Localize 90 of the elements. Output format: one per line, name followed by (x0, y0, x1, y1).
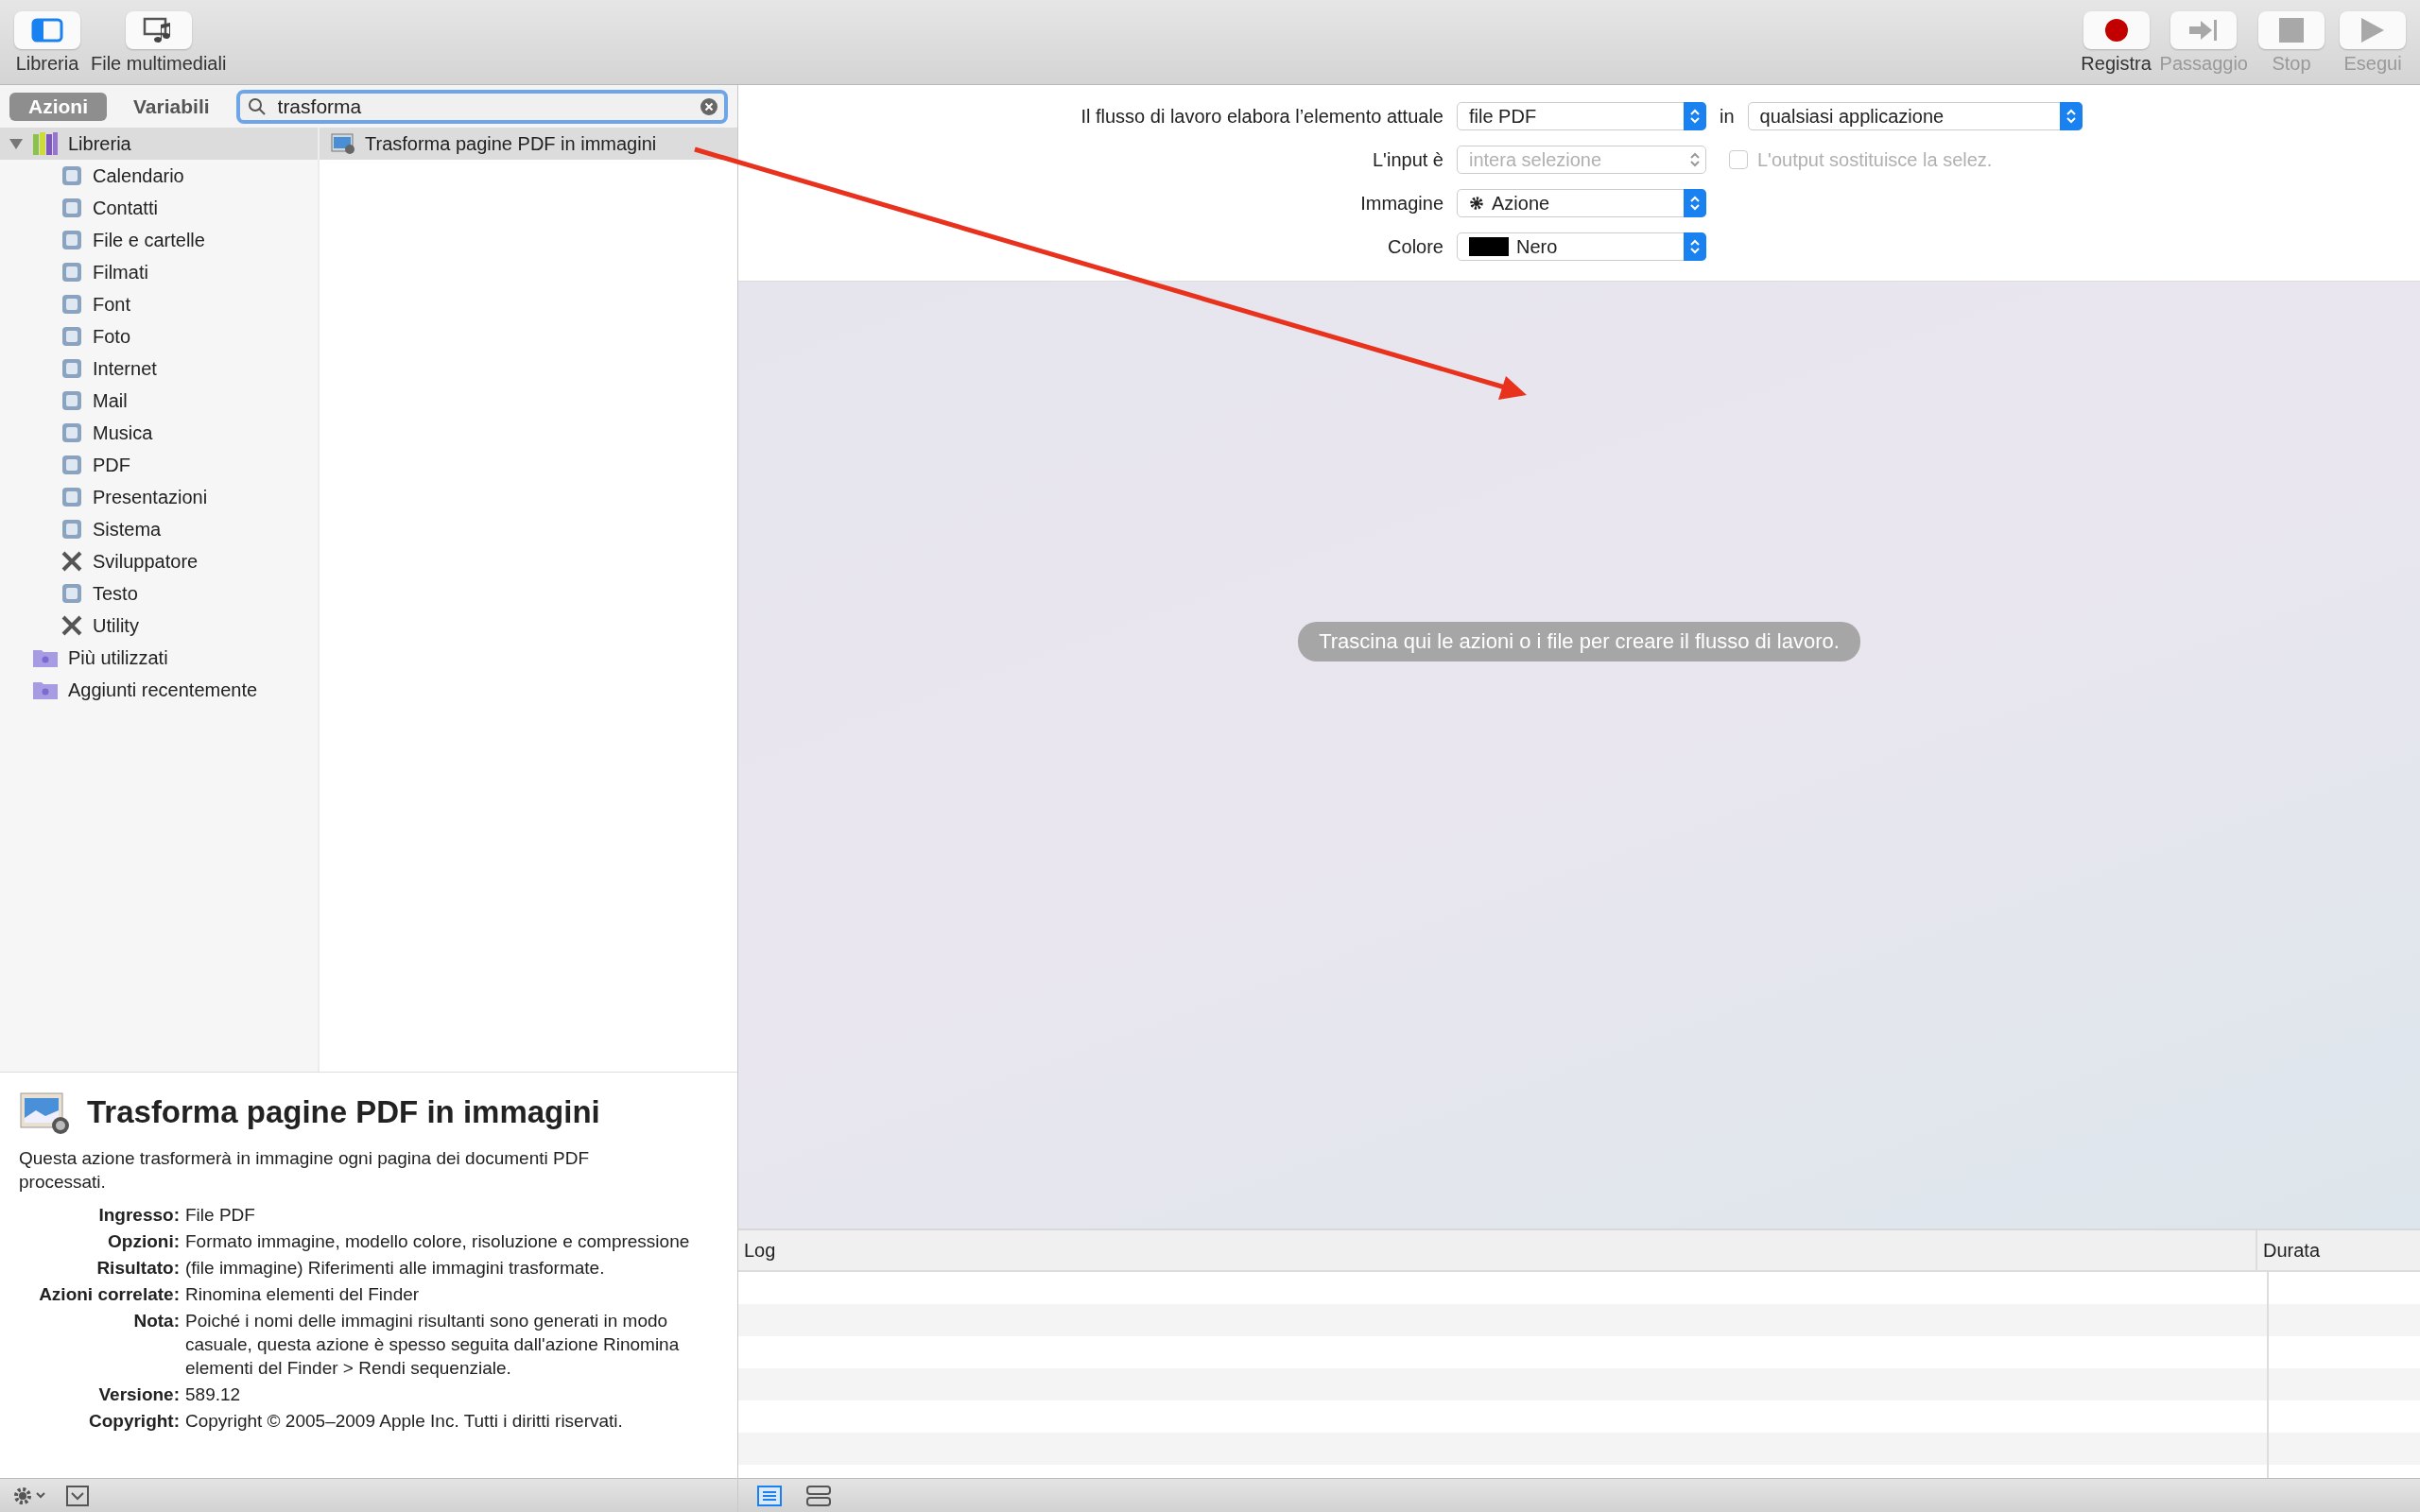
field-value: 589.12 (185, 1383, 242, 1406)
field-label: Copyright: (87, 1410, 180, 1433)
description-toggle-icon[interactable] (66, 1485, 89, 1506)
toolbar-button[interactable]: File multimediali (91, 0, 227, 84)
option-label: L'input è (1372, 148, 1443, 171)
option-label: in (1720, 105, 1735, 128)
popup-button[interactable]: Nero (1457, 232, 1706, 261)
popup-button[interactable]: Azione (1457, 189, 1706, 217)
category-icon (60, 293, 83, 316)
library-item[interactable]: Calendario (0, 160, 318, 192)
clear-icon[interactable] (700, 96, 718, 116)
category-icon (60, 357, 83, 380)
category-icon (60, 454, 83, 476)
library-item[interactable]: Testo (0, 577, 318, 610)
library-item[interactable]: Mail (0, 385, 318, 417)
sidebar-icon (31, 18, 63, 43)
tools-icon (60, 550, 83, 573)
column-header[interactable]: Log (738, 1230, 2257, 1270)
library-item[interactable]: Sistema (0, 513, 318, 545)
split-view-icon[interactable] (806, 1485, 831, 1506)
library-item[interactable]: Sviluppatore (0, 545, 318, 577)
library-item[interactable]: Presentazioni (0, 481, 318, 513)
play-icon (2361, 18, 2384, 43)
category-icon (60, 164, 83, 187)
gear-menu-icon[interactable] (13, 1485, 47, 1506)
category-icon (60, 261, 83, 284)
action-item[interactable]: Trasforma pagine PDF in immagini (320, 128, 737, 160)
picture-icon (19, 1090, 72, 1135)
field-value: (file immagine) Riferimenti alle immagini trasformate. (185, 1257, 606, 1280)
library-item[interactable]: Più utilizzati (0, 642, 318, 674)
search-icon (247, 96, 267, 116)
search-field[interactable]: trasforma (235, 89, 728, 124)
category-icon (60, 582, 83, 605)
drop-hint: Trascina qui le azioni o i file per creare il flusso di lavoro. (1298, 622, 1860, 662)
category-icon (60, 421, 83, 444)
tools-icon (60, 614, 83, 637)
option-label: Immagine (1359, 192, 1443, 215)
toolbar-button[interactable]: Libreria (9, 0, 85, 84)
field-label: Ingresso: (97, 1204, 180, 1227)
chevrons-icon (2065, 108, 2077, 125)
stop-icon (2279, 18, 2304, 43)
category-icon (60, 229, 83, 251)
category-icon (60, 389, 83, 412)
library-item[interactable]: File e cartelle (0, 224, 318, 256)
library-item[interactable]: Filmati (0, 256, 318, 288)
chevrons-icon (1689, 195, 1701, 212)
field-label: Opzioni: (107, 1230, 180, 1253)
library-item[interactable]: Foto (0, 320, 318, 352)
toolbar-button[interactable]: Registra (2078, 0, 2154, 84)
field-value: Copyright © 2005–2009 Apple Inc. Tutti i diritti riservati. (185, 1410, 624, 1433)
library-item[interactable]: Musica (0, 417, 318, 449)
popup-button[interactable]: file PDF (1457, 102, 1706, 130)
record-icon (2102, 17, 2130, 43)
category-icon (60, 486, 83, 508)
field-label: Azioni correlate: (38, 1283, 180, 1306)
library-item[interactable]: PDF (0, 449, 318, 481)
chevrons-icon (1689, 151, 1701, 168)
field-value: Rinomina elementi del Finder (185, 1283, 421, 1306)
column-header[interactable]: Durata (2257, 1230, 2420, 1270)
field-label: Risultato: (95, 1257, 180, 1280)
picture-icon (331, 132, 355, 155)
library-item[interactable]: Libreria (0, 128, 318, 160)
library-item[interactable]: Aggiunti recentemente (0, 674, 318, 706)
list-view-icon[interactable] (757, 1485, 782, 1506)
description-text: Questa azione trasformerà in immagine ogni pagina dei documenti PDF processati. (19, 1147, 591, 1194)
color-swatch (1469, 237, 1509, 256)
field-value: Poiché i nomi delle immagini risultanti sono generati in modo casuale, questa azione è spesso seguita dall'azione Rinomina elementi del Finder > Rendi sequenziale. (185, 1310, 681, 1380)
folder-icon (32, 647, 59, 668)
gear-icon (1469, 196, 1484, 211)
option-label: Il flusso di lavoro elabora l’elemento attuale (1080, 105, 1443, 128)
library-item[interactable]: Font (0, 288, 318, 320)
library-item[interactable]: Utility (0, 610, 318, 642)
category-icon (60, 197, 83, 219)
field-label: Versione: (97, 1383, 180, 1406)
chevrons-icon (1689, 108, 1701, 125)
field-label: Nota: (132, 1310, 180, 1332)
chevrons-icon (1689, 238, 1701, 255)
tab[interactable]: Variabili (114, 92, 229, 121)
description-title: Trasforma pagine PDF in immagini (87, 1094, 600, 1130)
option-label: Colore (1387, 235, 1443, 258)
field-value: Formato immagine, modello colore, risoluzione e compressione (185, 1230, 691, 1253)
books-icon (32, 131, 59, 156)
library-item[interactable]: Contatti (0, 192, 318, 224)
field-value: File PDF (185, 1204, 256, 1227)
library-item[interactable]: Internet (0, 352, 318, 385)
folder-icon (32, 679, 59, 700)
popup-button[interactable]: qualsiasi applicazione (1747, 102, 2083, 130)
category-icon (60, 518, 83, 541)
disclosure-triangle-icon[interactable] (9, 137, 23, 150)
category-icon (60, 325, 83, 348)
